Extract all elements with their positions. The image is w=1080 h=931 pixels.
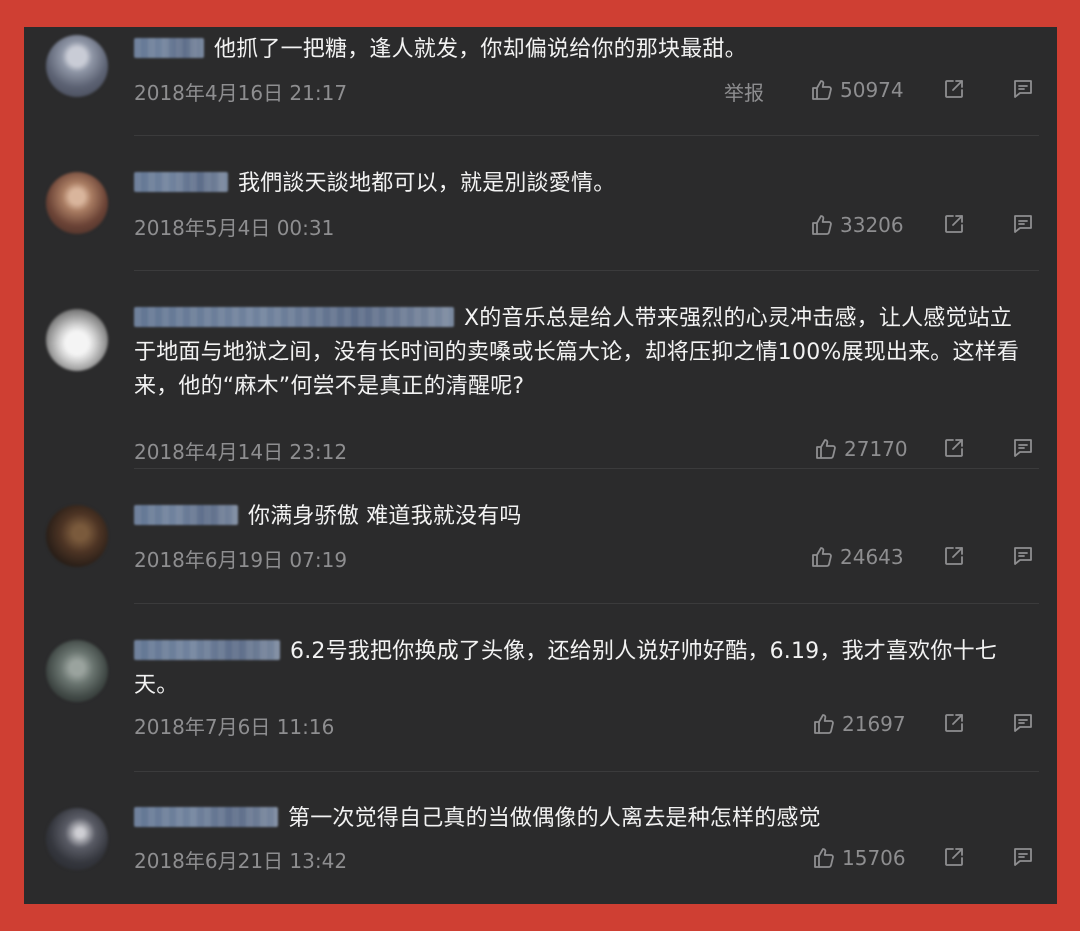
avatar[interactable] xyxy=(46,172,108,234)
comment-meta: 2018年6月21日 13:42 15706 xyxy=(134,843,1039,873)
comment-item: 我們談天談地都可以，就是別談愛情。 2018年5月4日 00:31 33206 xyxy=(24,136,1057,270)
thumbs-up-icon xyxy=(812,712,836,736)
comment-text: 你满身骄傲 难道我就没有吗 xyxy=(248,504,522,529)
like-button[interactable]: 50974 xyxy=(810,75,904,105)
like-count: 15706 xyxy=(842,846,906,870)
comment-meta: 2018年7月6日 11:16 21697 xyxy=(134,709,1039,739)
share-icon xyxy=(942,845,966,869)
username[interactable] xyxy=(134,640,280,660)
share-icon xyxy=(942,436,966,460)
username[interactable] xyxy=(134,807,278,827)
comment-meta: 2018年6月19日 07:19 24643 xyxy=(134,542,1039,572)
reply-button[interactable] xyxy=(1011,711,1035,735)
reply-button[interactable] xyxy=(1011,77,1035,101)
comment-meta: 2018年4月16日 21:17 举报 50974 xyxy=(134,75,1039,105)
like-button[interactable]: 15706 xyxy=(812,843,906,873)
thumbs-up-icon xyxy=(810,545,834,569)
thumbs-up-icon xyxy=(812,846,836,870)
share-button[interactable] xyxy=(942,544,966,568)
like-count: 27170 xyxy=(844,437,908,461)
comment-meta: 2018年4月14日 23:12 27170 xyxy=(134,434,1039,464)
comment-bubble-icon xyxy=(1011,77,1035,101)
share-button[interactable] xyxy=(942,212,966,236)
share-button[interactable] xyxy=(942,77,966,101)
thumbs-up-icon xyxy=(810,78,834,102)
share-icon xyxy=(942,77,966,101)
comment-date: 2018年4月14日 23:12 xyxy=(134,440,348,464)
comment-item: 他抓了一把糖，逢人就发，你却偏说给你的那块最甜。 2018年4月16日 21:1… xyxy=(24,27,1057,135)
share-icon xyxy=(942,212,966,236)
like-button[interactable]: 24643 xyxy=(810,542,904,572)
thumbs-up-icon xyxy=(810,213,834,237)
comment-meta: 2018年5月4日 00:31 33206 xyxy=(134,210,1039,240)
like-button[interactable]: 21697 xyxy=(812,709,906,739)
like-count: 33206 xyxy=(840,213,904,237)
comment-item: 你满身骄傲 难道我就没有吗 2018年6月19日 07:19 24643 xyxy=(24,469,1057,603)
share-icon xyxy=(942,711,966,735)
comment-date: 2018年5月4日 00:31 xyxy=(134,216,335,240)
username[interactable] xyxy=(134,505,238,525)
avatar[interactable] xyxy=(46,505,108,567)
comment-bubble-icon xyxy=(1011,544,1035,568)
reply-button[interactable] xyxy=(1011,436,1035,460)
report-link[interactable]: 举报 xyxy=(724,77,764,106)
like-count: 21697 xyxy=(842,712,906,736)
username[interactable] xyxy=(134,172,228,192)
reply-button[interactable] xyxy=(1011,544,1035,568)
like-count: 50974 xyxy=(840,78,904,102)
reply-button[interactable] xyxy=(1011,845,1035,869)
username[interactable] xyxy=(134,38,204,58)
comment-bubble-icon xyxy=(1011,845,1035,869)
like-button[interactable]: 33206 xyxy=(810,210,904,240)
comment-item: 6.2号我把你换成了头像，还给别人说好帅好酷，6.19，我才喜欢你十七天。 20… xyxy=(24,604,1057,771)
share-button[interactable] xyxy=(942,711,966,735)
comment-bubble-icon xyxy=(1011,212,1035,236)
reply-button[interactable] xyxy=(1011,212,1035,236)
avatar[interactable] xyxy=(46,808,108,870)
share-button[interactable] xyxy=(942,436,966,460)
comment-item: X的音乐总是给人带来强烈的心灵冲击感，让人感觉站立于地面与地狱之间，没有长时间的… xyxy=(24,271,1057,468)
comment-text: 第一次觉得自己真的当做偶像的人离去是种怎样的感觉 xyxy=(288,806,821,831)
like-count: 24643 xyxy=(840,545,904,569)
avatar[interactable] xyxy=(46,640,108,702)
comment-bubble-icon xyxy=(1011,436,1035,460)
comment-date: 2018年6月19日 07:19 xyxy=(134,548,348,572)
avatar[interactable] xyxy=(46,35,108,97)
username[interactable] xyxy=(134,307,454,327)
thumbs-up-icon xyxy=(814,437,838,461)
avatar[interactable] xyxy=(46,309,108,371)
comment-date: 2018年7月6日 11:16 xyxy=(134,715,335,739)
comment-date: 2018年6月21日 13:42 xyxy=(134,849,348,873)
comment-text: 我們談天談地都可以，就是別談愛情。 xyxy=(238,171,616,196)
share-button[interactable] xyxy=(942,845,966,869)
comment-bubble-icon xyxy=(1011,711,1035,735)
like-button[interactable]: 27170 xyxy=(814,434,908,464)
comment-item: 第一次觉得自己真的当做偶像的人离去是种怎样的感觉 2018年6月21日 13:4… xyxy=(24,772,1057,904)
comment-date: 2018年4月16日 21:17 xyxy=(134,81,348,105)
comments-panel: 他抓了一把糖，逢人就发，你却偏说给你的那块最甜。 2018年4月16日 21:1… xyxy=(24,27,1057,904)
comment-text: 他抓了一把糖，逢人就发，你却偏说给你的那块最甜。 xyxy=(214,37,747,62)
share-icon xyxy=(942,544,966,568)
